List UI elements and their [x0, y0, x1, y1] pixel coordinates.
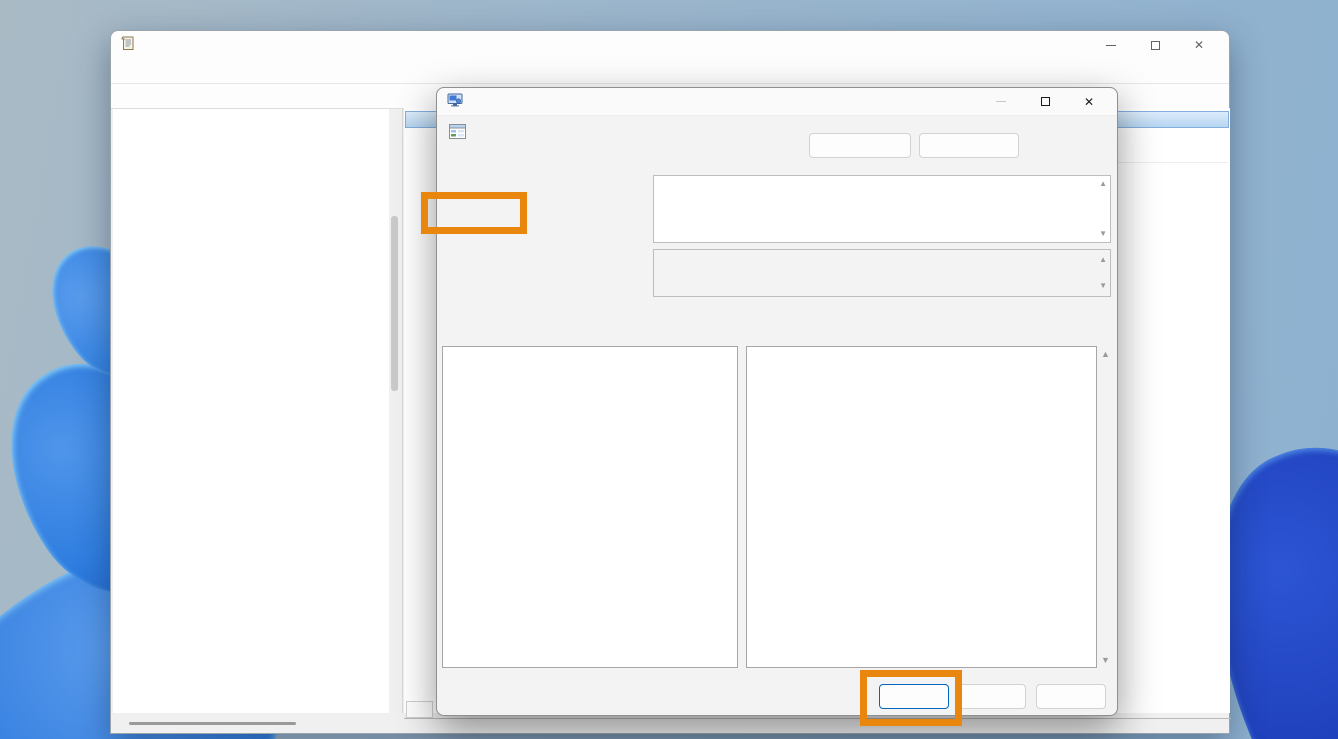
- comment-column-header[interactable]: [1116, 141, 1228, 163]
- dialog-minimize-button[interactable]: [979, 89, 1023, 115]
- apply-button[interactable]: [1036, 684, 1106, 709]
- maximize-button[interactable]: [1133, 32, 1177, 58]
- supported-on-field: ▲ ▼: [653, 249, 1111, 297]
- menu-bar: [111, 59, 1229, 84]
- scroll-up-icon[interactable]: ▲: [1101, 349, 1110, 359]
- policy-setting-dialog: ✕ ▲ ▼ ▲ ▼ ▲ ▼: [421, 87, 1118, 726]
- console-tree-panel: [113, 109, 389, 713]
- comment-textarea[interactable]: ▲ ▼: [653, 175, 1111, 243]
- tree-vertical-scrollbar[interactable]: [391, 216, 398, 391]
- desktop-wallpaper: ✕ ✕ ▲ ▼ ▲ ▼ ▲ ▼: [0, 0, 1338, 739]
- policy-setting-icon: [449, 124, 466, 142]
- scroll-up-icon[interactable]: ▲: [1099, 180, 1107, 188]
- annotation-highlight-enabled: [421, 192, 527, 234]
- policy-dialog-icon: [447, 93, 463, 110]
- bottom-tab-strip: [404, 718, 1231, 733]
- window-titlebar[interactable]: ✕: [111, 31, 1229, 59]
- close-button[interactable]: ✕: [1177, 32, 1221, 58]
- scroll-up-icon[interactable]: ▲: [1099, 256, 1107, 264]
- setting-name-row: [449, 124, 474, 142]
- pane-divider[interactable]: [402, 109, 403, 713]
- options-area: [442, 346, 738, 668]
- scroll-down-icon[interactable]: ▼: [1101, 655, 1110, 665]
- dialog-maximize-button[interactable]: [1023, 89, 1067, 115]
- cancel-button[interactable]: [956, 684, 1026, 709]
- minimize-button[interactable]: [1089, 32, 1133, 58]
- help-text-area: [746, 346, 1097, 668]
- scrollbar-corner: [406, 701, 433, 718]
- previous-setting-button[interactable]: [809, 133, 911, 158]
- next-setting-button[interactable]: [919, 133, 1019, 158]
- dialog-titlebar[interactable]: ✕: [437, 88, 1117, 116]
- tree-horizontal-scrollbar[interactable]: [129, 722, 296, 725]
- scroll-down-icon[interactable]: ▼: [1099, 230, 1107, 238]
- gpedit-app-icon: [121, 36, 135, 54]
- dialog-close-button[interactable]: ✕: [1067, 89, 1111, 115]
- scroll-down-icon[interactable]: ▼: [1099, 282, 1107, 290]
- annotation-highlight-ok: [860, 670, 962, 726]
